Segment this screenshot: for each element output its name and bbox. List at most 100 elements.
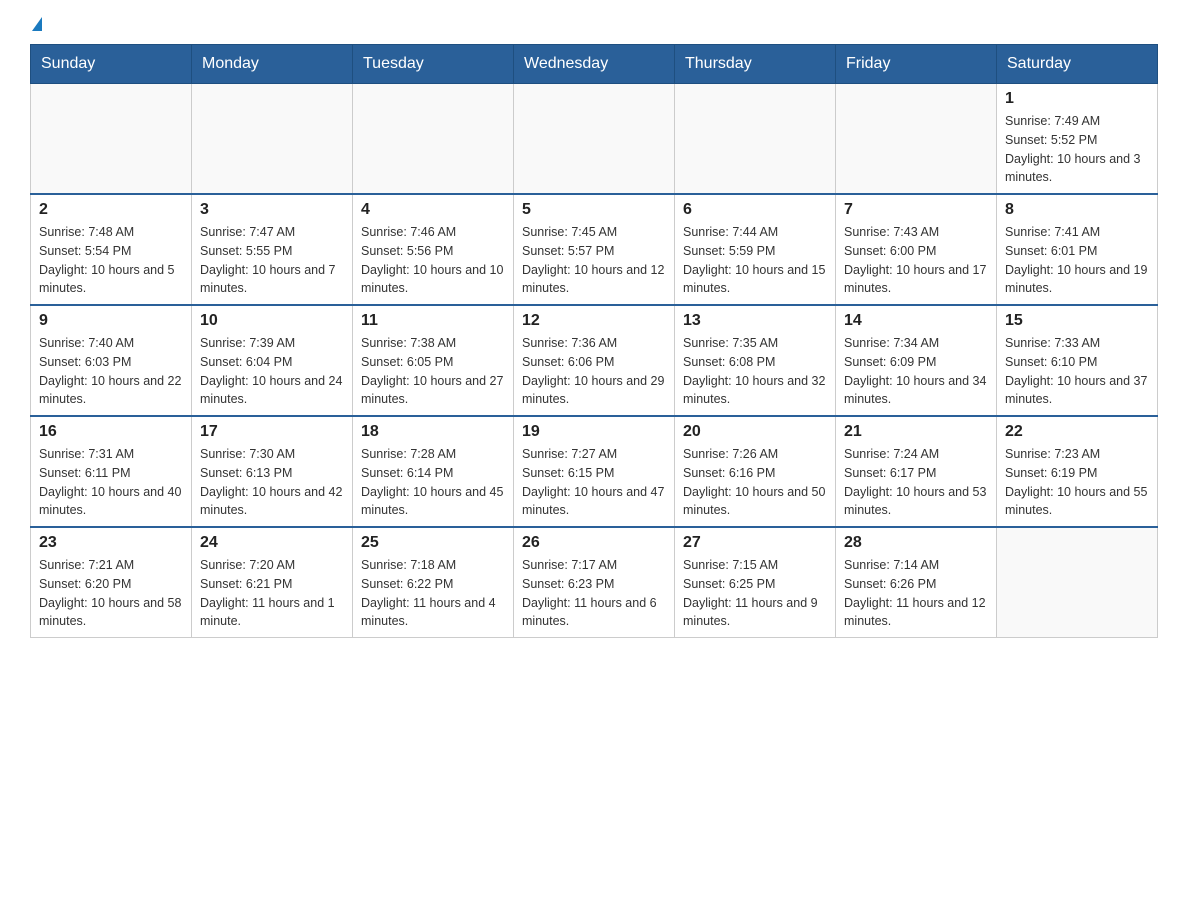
day-number: 6 (683, 201, 827, 219)
calendar-cell: 25 Sunrise: 7:18 AM Sunset: 6:22 PM Dayli… (353, 527, 514, 638)
day-info: Sunrise: 7:28 AM Sunset: 6:14 PM Dayligh… (361, 445, 505, 520)
day-number: 12 (522, 312, 666, 330)
day-info: Sunrise: 7:47 AM Sunset: 5:55 PM Dayligh… (200, 223, 344, 298)
day-number: 16 (39, 423, 183, 441)
calendar-cell: 26 Sunrise: 7:17 AM Sunset: 6:23 PM Dayli… (514, 527, 675, 638)
calendar-cell: 4 Sunrise: 7:46 AM Sunset: 5:56 PM Daylig… (353, 194, 514, 305)
day-info: Sunrise: 7:24 AM Sunset: 6:17 PM Dayligh… (844, 445, 988, 520)
day-number: 25 (361, 534, 505, 552)
calendar-cell: 17 Sunrise: 7:30 AM Sunset: 6:13 PM Dayli… (192, 416, 353, 527)
calendar-week-2: 2Sunrise: 7:48 AM Sunset: 5:54 PM Daylig… (31, 194, 1158, 305)
day-number: 1 (1005, 90, 1149, 108)
calendar-cell: 11 Sunrise: 7:38 AM Sunset: 6:05 PM Dayli… (353, 305, 514, 416)
page-header (30, 20, 1158, 34)
calendar-cell: 28 Sunrise: 7:14 AM Sunset: 6:26 PM Dayli… (836, 527, 997, 638)
calendar-week-3: 9 Sunrise: 7:40 AM Sunset: 6:03 PM Daylig… (31, 305, 1158, 416)
day-info: Sunrise: 7:18 AM Sunset: 6:22 PM Dayligh… (361, 556, 505, 631)
day-info: Sunrise: 7:26 AM Sunset: 6:16 PM Dayligh… (683, 445, 827, 520)
day-number: 28 (844, 534, 988, 552)
calendar-week-5: 23 Sunrise: 7:21 AM Sunset: 6:20 PM Dayli… (31, 527, 1158, 638)
logo (30, 20, 42, 34)
day-number: 19 (522, 423, 666, 441)
calendar-cell: 12 Sunrise: 7:36 AM Sunset: 6:06 PM Dayli… (514, 305, 675, 416)
day-number: 7 (844, 201, 988, 219)
day-number: 24 (200, 534, 344, 552)
calendar-cell: 27 Sunrise: 7:15 AM Sunset: 6:25 PM Dayli… (675, 527, 836, 638)
calendar-cell: 8 Sunrise: 7:41 AM Sunset: 6:01 PM Daylig… (997, 194, 1158, 305)
weekday-header-friday: Friday (836, 45, 997, 84)
day-number: 17 (200, 423, 344, 441)
day-info: Sunrise: 7:31 AM Sunset: 6:11 PM Dayligh… (39, 445, 183, 520)
day-number: 14 (844, 312, 988, 330)
calendar-cell: 6 Sunrise: 7:44 AM Sunset: 5:59 PM Daylig… (675, 194, 836, 305)
calendar-cell: 13Sunrise: 7:35 AM Sunset: 6:08 PM Dayli… (675, 305, 836, 416)
day-number: 27 (683, 534, 827, 552)
day-info: Sunrise: 7:20 AM Sunset: 6:21 PM Dayligh… (200, 556, 344, 631)
day-number: 11 (361, 312, 505, 330)
day-info: Sunrise: 7:39 AM Sunset: 6:04 PM Dayligh… (200, 334, 344, 409)
weekday-header-saturday: Saturday (997, 45, 1158, 84)
calendar-cell: 14 Sunrise: 7:34 AM Sunset: 6:09 PM Dayli… (836, 305, 997, 416)
day-info: Sunrise: 7:23 AM Sunset: 6:19 PM Dayligh… (1005, 445, 1149, 520)
day-info: Sunrise: 7:45 AM Sunset: 5:57 PM Dayligh… (522, 223, 666, 298)
weekday-header-sunday: Sunday (31, 45, 192, 84)
logo-arrow-icon (32, 17, 42, 31)
calendar-cell (31, 84, 192, 195)
day-info: Sunrise: 7:34 AM Sunset: 6:09 PM Dayligh… (844, 334, 988, 409)
calendar-table: SundayMondayTuesdayWednesdayThursdayFrid… (30, 44, 1158, 638)
day-info: Sunrise: 7:17 AM Sunset: 6:23 PM Dayligh… (522, 556, 666, 631)
calendar-cell: 20Sunrise: 7:26 AM Sunset: 6:16 PM Dayli… (675, 416, 836, 527)
calendar-cell: 24 Sunrise: 7:20 AM Sunset: 6:21 PM Dayli… (192, 527, 353, 638)
day-info: Sunrise: 7:49 AM Sunset: 5:52 PM Dayligh… (1005, 112, 1149, 187)
calendar-cell: 2Sunrise: 7:48 AM Sunset: 5:54 PM Daylig… (31, 194, 192, 305)
day-number: 18 (361, 423, 505, 441)
day-number: 5 (522, 201, 666, 219)
day-number: 15 (1005, 312, 1149, 330)
weekday-header-monday: Monday (192, 45, 353, 84)
calendar-cell: 5 Sunrise: 7:45 AM Sunset: 5:57 PM Daylig… (514, 194, 675, 305)
day-info: Sunrise: 7:21 AM Sunset: 6:20 PM Dayligh… (39, 556, 183, 631)
calendar-cell: 1 Sunrise: 7:49 AM Sunset: 5:52 PM Daylig… (997, 84, 1158, 195)
day-info: Sunrise: 7:43 AM Sunset: 6:00 PM Dayligh… (844, 223, 988, 298)
calendar-cell (997, 527, 1158, 638)
calendar-cell: 15 Sunrise: 7:33 AM Sunset: 6:10 PM Dayli… (997, 305, 1158, 416)
day-number: 22 (1005, 423, 1149, 441)
day-number: 3 (200, 201, 344, 219)
day-info: Sunrise: 7:35 AM Sunset: 6:08 PM Dayligh… (683, 334, 827, 409)
calendar-week-1: 1 Sunrise: 7:49 AM Sunset: 5:52 PM Daylig… (31, 84, 1158, 195)
day-number: 21 (844, 423, 988, 441)
day-number: 2 (39, 201, 183, 219)
day-info: Sunrise: 7:46 AM Sunset: 5:56 PM Dayligh… (361, 223, 505, 298)
day-info: Sunrise: 7:15 AM Sunset: 6:25 PM Dayligh… (683, 556, 827, 631)
calendar-cell (675, 84, 836, 195)
calendar-cell: 3 Sunrise: 7:47 AM Sunset: 5:55 PM Daylig… (192, 194, 353, 305)
day-number: 26 (522, 534, 666, 552)
weekday-header-wednesday: Wednesday (514, 45, 675, 84)
day-number: 9 (39, 312, 183, 330)
day-info: Sunrise: 7:30 AM Sunset: 6:13 PM Dayligh… (200, 445, 344, 520)
day-number: 8 (1005, 201, 1149, 219)
day-info: Sunrise: 7:14 AM Sunset: 6:26 PM Dayligh… (844, 556, 988, 631)
day-info: Sunrise: 7:33 AM Sunset: 6:10 PM Dayligh… (1005, 334, 1149, 409)
calendar-cell: 7 Sunrise: 7:43 AM Sunset: 6:00 PM Daylig… (836, 194, 997, 305)
day-info: Sunrise: 7:38 AM Sunset: 6:05 PM Dayligh… (361, 334, 505, 409)
day-info: Sunrise: 7:44 AM Sunset: 5:59 PM Dayligh… (683, 223, 827, 298)
day-info: Sunrise: 7:40 AM Sunset: 6:03 PM Dayligh… (39, 334, 183, 409)
calendar-cell: 21 Sunrise: 7:24 AM Sunset: 6:17 PM Dayli… (836, 416, 997, 527)
day-number: 4 (361, 201, 505, 219)
day-number: 10 (200, 312, 344, 330)
calendar-cell: 22 Sunrise: 7:23 AM Sunset: 6:19 PM Dayli… (997, 416, 1158, 527)
calendar-cell: 23 Sunrise: 7:21 AM Sunset: 6:20 PM Dayli… (31, 527, 192, 638)
day-info: Sunrise: 7:41 AM Sunset: 6:01 PM Dayligh… (1005, 223, 1149, 298)
calendar-cell: 9 Sunrise: 7:40 AM Sunset: 6:03 PM Daylig… (31, 305, 192, 416)
day-info: Sunrise: 7:36 AM Sunset: 6:06 PM Dayligh… (522, 334, 666, 409)
calendar-cell: 16 Sunrise: 7:31 AM Sunset: 6:11 PM Dayli… (31, 416, 192, 527)
calendar-cell: 19 Sunrise: 7:27 AM Sunset: 6:15 PM Dayli… (514, 416, 675, 527)
calendar-week-4: 16 Sunrise: 7:31 AM Sunset: 6:11 PM Dayli… (31, 416, 1158, 527)
day-info: Sunrise: 7:27 AM Sunset: 6:15 PM Dayligh… (522, 445, 666, 520)
weekday-header-tuesday: Tuesday (353, 45, 514, 84)
weekday-header-row: SundayMondayTuesdayWednesdayThursdayFrid… (31, 45, 1158, 84)
calendar-cell: 18 Sunrise: 7:28 AM Sunset: 6:14 PM Dayli… (353, 416, 514, 527)
weekday-header-thursday: Thursday (675, 45, 836, 84)
day-number: 23 (39, 534, 183, 552)
